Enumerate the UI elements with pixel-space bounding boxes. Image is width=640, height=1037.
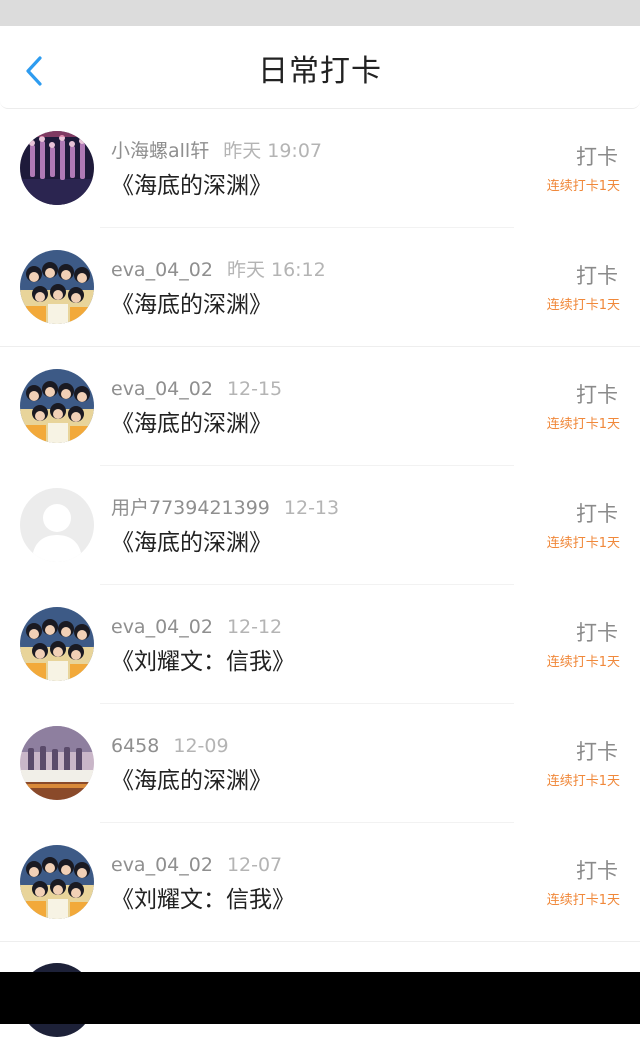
username[interactable]: 6458 (111, 735, 159, 757)
streak-label: 连续打卡1天 (546, 655, 620, 670)
book-title[interactable]: 《海底的深渊》 (111, 528, 272, 558)
item-meta: eva_04_02 12-12 (111, 615, 282, 639)
streak-label: 连续打卡1天 (546, 774, 620, 789)
timestamp: 12-12 (226, 616, 283, 638)
app-header: 日常打卡 (0, 26, 640, 109)
list-item[interactable]: eva_04_02 12-12 《刘耀文：信我》 打卡 连续打卡1天 (0, 585, 640, 704)
checkin-button[interactable]: 打卡 (576, 143, 618, 171)
avatar[interactable] (20, 845, 94, 919)
page-title: 日常打卡 (258, 54, 382, 89)
item-meta: eva_04_02 昨天 16:12 (111, 258, 326, 282)
streak-label: 连续打卡1天 (546, 298, 620, 313)
status-bar (0, 0, 640, 26)
avatar[interactable] (20, 250, 94, 324)
checkin-button[interactable]: 打卡 (576, 262, 618, 290)
book-title[interactable]: 《刘耀文：信我》 (111, 885, 295, 915)
username[interactable]: eva_04_02 (111, 616, 213, 638)
avatar[interactable] (20, 488, 94, 562)
streak-label: 连续打卡1天 (546, 536, 620, 551)
item-meta: eva_04_02 12-07 (111, 853, 282, 877)
list-item[interactable]: 6458 12-09 《海底的深渊》 打卡 连续打卡1天 (0, 704, 640, 823)
list-item[interactable]: eva_04_02 12-15 《海底的深渊》 打卡 连续打卡1天 (0, 347, 640, 466)
username[interactable]: 用户7739421399 (111, 497, 270, 519)
username[interactable]: eva_04_02 (111, 854, 213, 876)
streak-label: 连续打卡1天 (546, 417, 620, 432)
username[interactable]: eva_04_02 (111, 378, 213, 400)
timestamp: 12-09 (173, 735, 229, 757)
book-title[interactable]: 《刘耀文：信我》 (111, 647, 295, 677)
book-title[interactable]: 《海底的深渊》 (111, 766, 272, 796)
avatar[interactable] (20, 131, 94, 205)
avatar[interactable] (20, 607, 94, 681)
avatar[interactable] (20, 726, 94, 800)
checkin-list: 小海螺all轩 昨天 19:07 《海底的深渊》 打卡 连续打卡1天 eva_0… (0, 109, 640, 942)
item-meta: 小海螺all轩 昨天 19:07 (111, 139, 322, 163)
avatar[interactable] (20, 369, 94, 443)
book-title[interactable]: 《海底的深渊》 (111, 171, 272, 201)
book-title[interactable]: 《海底的深渊》 (111, 409, 272, 439)
timestamp: 12-07 (226, 854, 283, 876)
timestamp: 昨天 16:12 (226, 259, 326, 281)
checkin-button[interactable]: 打卡 (576, 500, 618, 528)
list-item[interactable]: eva_04_02 12-07 《刘耀文：信我》 打卡 连续打卡1天 (0, 823, 640, 942)
list-item[interactable]: 小海螺all轩 昨天 19:07 《海底的深渊》 打卡 连续打卡1天 (0, 109, 640, 228)
item-meta: eva_04_02 12-15 (111, 377, 282, 401)
default-user-icon (20, 488, 94, 562)
checkin-button[interactable]: 打卡 (576, 619, 618, 647)
timestamp: 12-15 (226, 378, 283, 400)
system-nav-bar (0, 972, 640, 1024)
streak-label: 连续打卡1天 (546, 893, 620, 908)
list-item[interactable]: 用户7739421399 12-13 《海底的深渊》 打卡 连续打卡1天 (0, 466, 640, 585)
username[interactable]: eva_04_02 (111, 259, 213, 281)
item-meta: 用户7739421399 12-13 (111, 496, 339, 520)
checkin-button[interactable]: 打卡 (576, 857, 618, 885)
item-meta: 6458 12-09 (111, 734, 229, 758)
checkin-button[interactable]: 打卡 (576, 738, 618, 766)
divider (0, 941, 640, 942)
book-title[interactable]: 《海底的深渊》 (111, 290, 272, 320)
checkin-button[interactable]: 打卡 (576, 381, 618, 409)
streak-label: 连续打卡1天 (546, 179, 620, 194)
username[interactable]: 小海螺all轩 (111, 140, 209, 162)
timestamp: 昨天 19:07 (223, 140, 322, 162)
list-item[interactable]: eva_04_02 昨天 16:12 《海底的深渊》 打卡 连续打卡1天 (0, 228, 640, 347)
timestamp: 12-13 (283, 497, 340, 519)
